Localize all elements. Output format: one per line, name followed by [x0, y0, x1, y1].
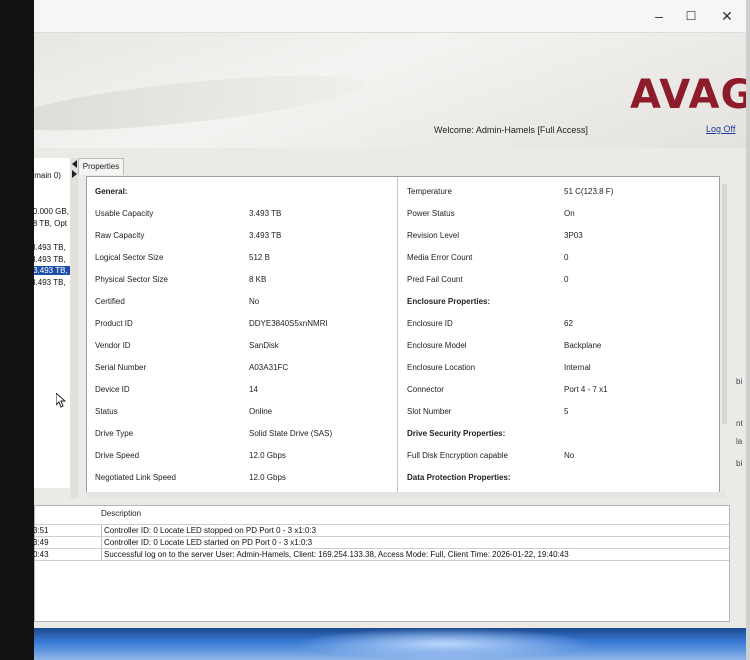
- log-row[interactable]: 3:49 Controller ID: 0 Locate LED started…: [34, 536, 729, 548]
- prop-label: Status: [95, 407, 118, 416]
- prop-value: 3.493 TB: [249, 231, 282, 240]
- monitor-bezel: [0, 0, 34, 660]
- properties-panel: General: Usable Capacity 3.493 TB Raw Ca…: [86, 176, 720, 494]
- prop-label: Pred Fail Count: [407, 275, 463, 284]
- log-time: 3:51: [34, 526, 49, 535]
- screen-edge: [746, 0, 750, 660]
- section-general: General:: [95, 187, 128, 196]
- log-time: 0:43: [34, 550, 49, 559]
- prop-label: Logical Sector Size: [95, 253, 164, 262]
- tree-item[interactable]: ), 3.493 TB,: [34, 255, 66, 264]
- prop-label: Raw Capacity: [95, 231, 145, 240]
- prop-label: Serial Number: [95, 363, 147, 372]
- banner-swoosh: [34, 64, 366, 142]
- clipped-text: bi: [736, 459, 743, 468]
- log-row[interactable]: 0:43 Successful log on to the server Use…: [34, 548, 729, 561]
- prop-label: Media Error Count: [407, 253, 473, 262]
- prop-value: 3.493 TB: [249, 209, 282, 218]
- prop-value: 14: [249, 385, 258, 394]
- welcome-text: Welcome: Admin-Hamels [Full Access]: [434, 125, 588, 135]
- prop-label: Enclosure ID: [407, 319, 453, 328]
- tree-item[interactable]: ), 3.493 TB,: [34, 278, 66, 287]
- prop-value: No: [564, 451, 575, 460]
- prop-label: Revision Level: [407, 231, 460, 240]
- prop-label: Usable Capacity: [95, 209, 154, 218]
- prop-label: Drive Speed: [95, 451, 140, 460]
- taskbar-glow: [294, 628, 594, 660]
- prop-value: 5: [564, 407, 569, 416]
- column-divider: [397, 177, 398, 493]
- event-log-panel: Description 3:51 Controller ID: 0 Locate…: [34, 505, 730, 622]
- app-window: 00 – ☐ ✕ AVAGO Welcome: Admin-Hamels [Fu…: [34, 0, 746, 660]
- prop-value: SanDisk: [249, 341, 279, 350]
- close-button[interactable]: ✕: [714, 6, 740, 26]
- tab-properties[interactable]: Properties: [78, 158, 124, 175]
- properties-vertical-scrollbar[interactable]: [722, 184, 727, 424]
- device-tree: Domain 0) 400.000 GB, 078 TB, Opt ), 3.4…: [34, 158, 71, 488]
- prop-label: Connector: [407, 385, 444, 394]
- prop-value: 3P03: [564, 231, 583, 240]
- log-description: Controller ID: 0 Locate LED started on P…: [101, 537, 312, 548]
- prop-value: Port 4 - 7 x1: [564, 385, 608, 394]
- tree-item-selected[interactable]: ), 3.493 TB,: [34, 266, 70, 275]
- prop-label: Certified: [95, 297, 125, 306]
- clipped-text: bi: [736, 377, 743, 386]
- clipped-text: la: [736, 437, 743, 446]
- logoff-link[interactable]: Log Off: [706, 124, 735, 134]
- prop-value: Backplane: [564, 341, 602, 350]
- prop-label: Temperature: [407, 187, 452, 196]
- log-row[interactable]: 3:51 Controller ID: 0 Locate LED stopped…: [34, 524, 729, 536]
- prop-value: On: [564, 209, 575, 218]
- prop-value: 62: [564, 319, 573, 328]
- mouse-cursor-icon: [56, 393, 66, 408]
- prop-label: Power Status: [407, 209, 455, 218]
- prop-value: Internal: [564, 363, 591, 372]
- prop-label: Slot Number: [407, 407, 452, 416]
- tree-item[interactable]: ), 3.493 TB,: [34, 243, 66, 252]
- prop-value: 0: [564, 253, 569, 262]
- log-time: 3:49: [34, 538, 49, 547]
- tree-item-domain[interactable]: Domain 0): [34, 171, 61, 180]
- properties-horizontal-scrollbar[interactable]: [86, 492, 726, 498]
- tree-item[interactable]: 078 TB, Opt: [34, 219, 67, 228]
- log-description: Successful log on to the server User: Ad…: [101, 549, 569, 560]
- prop-label: Device ID: [95, 385, 130, 394]
- tree-item[interactable]: 400.000 GB,: [34, 207, 69, 216]
- avago-logo: AVAGO: [630, 72, 746, 118]
- prop-value: DDYE3840S5xnNMRI: [249, 319, 328, 328]
- prop-value: 51 C(123.8 F): [564, 187, 614, 196]
- prop-label: Physical Sector Size: [95, 275, 168, 284]
- prop-label: Enclosure Location: [407, 363, 476, 372]
- log-description: Controller ID: 0 Locate LED stopped on P…: [101, 525, 316, 536]
- prop-label: Vendor ID: [95, 341, 131, 350]
- prop-label: Negotiated Link Speed: [95, 473, 176, 482]
- prop-value: 512 B: [249, 253, 270, 262]
- minimize-button[interactable]: –: [646, 6, 672, 26]
- prop-value: Online: [249, 407, 273, 416]
- prop-label: Product ID: [95, 319, 133, 328]
- clipped-text: nt: [736, 419, 743, 428]
- section-drive-security: Drive Security Properties:: [407, 429, 506, 438]
- prop-value: 8 KB: [249, 275, 267, 284]
- prop-value: 12.0 Gbps: [249, 451, 286, 460]
- prop-value: Solid State Drive (SAS): [249, 429, 333, 438]
- prop-label: Full Disk Encryption capable: [407, 451, 508, 460]
- maximize-button[interactable]: ☐: [678, 6, 704, 26]
- prop-value: 12.0 Gbps: [249, 473, 286, 482]
- title-bar: 00 – ☐ ✕: [34, 0, 746, 33]
- log-column-description: Description: [101, 509, 142, 518]
- section-enclosure: Enclosure Properties:: [407, 297, 491, 306]
- prop-label: Enclosure Model: [407, 341, 467, 350]
- os-taskbar: [34, 628, 746, 660]
- section-data-protection: Data Protection Properties:: [407, 473, 511, 482]
- expand-right-icon[interactable]: [72, 170, 77, 178]
- collapse-left-icon[interactable]: [72, 160, 77, 168]
- prop-value: A03A31FC: [249, 363, 289, 372]
- pane-splitter[interactable]: [70, 158, 78, 498]
- prop-value: No: [249, 297, 260, 306]
- prop-label: Drive Type: [95, 429, 134, 438]
- prop-value: 0: [564, 275, 569, 284]
